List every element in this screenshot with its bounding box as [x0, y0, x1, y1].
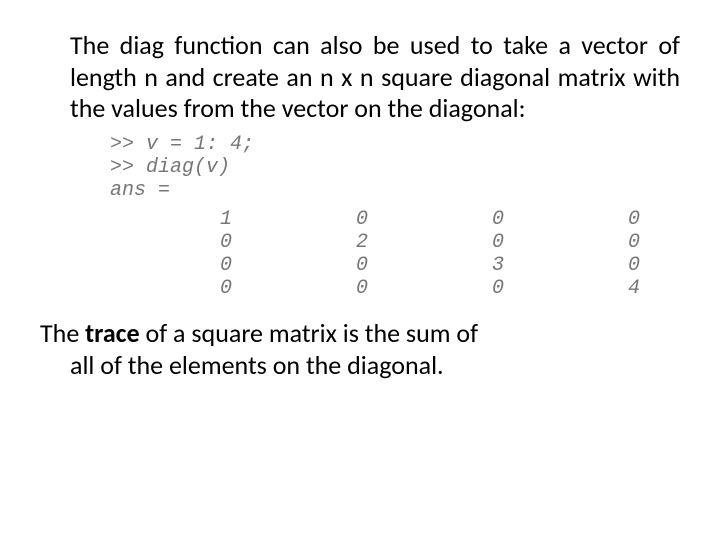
matrix-cell: 0 [382, 231, 518, 254]
matrix-cell: 1 [110, 208, 246, 231]
matrix-cell: 0 [518, 231, 654, 254]
code-line-2: >> diag(v) [110, 156, 230, 179]
matrix-cell: 0 [246, 254, 382, 277]
matrix-cell: 0 [518, 208, 654, 231]
text-line2: all of the elements on the diagonal. [70, 350, 680, 382]
table-row: 0 0 0 4 [110, 277, 654, 300]
output-matrix: 1 0 0 0 0 2 0 0 0 0 3 0 0 0 0 4 [110, 208, 654, 300]
text-post: of a square matrix is the sum of [140, 317, 478, 349]
table-row: 0 0 3 0 [110, 254, 654, 277]
text-pre: The [40, 317, 85, 349]
matrix-cell: 3 [382, 254, 518, 277]
text-trace-bold: trace [85, 317, 140, 349]
matrix-cell: 0 [110, 277, 246, 300]
matrix-cell: 0 [246, 277, 382, 300]
code-example: >> v = 1: 4; >> diag(v) ans = [110, 133, 680, 202]
matrix-cell: 2 [246, 231, 382, 254]
matrix-cell: 0 [246, 208, 382, 231]
paragraph-trace-definition: The trace of a square matrix is the sum … [40, 318, 680, 381]
matrix-cell: 4 [518, 277, 654, 300]
table-row: 0 2 0 0 [110, 231, 654, 254]
matrix-cell: 0 [518, 254, 654, 277]
matrix-cell: 0 [110, 254, 246, 277]
table-row: 1 0 0 0 [110, 208, 654, 231]
slide: The diag function can also be used to ta… [0, 0, 720, 540]
matrix-cell: 0 [110, 231, 246, 254]
paragraph-diag-description: The diag function can also be used to ta… [70, 30, 680, 125]
matrix-cell: 0 [382, 277, 518, 300]
matrix-cell: 0 [382, 208, 518, 231]
code-line-3: ans = [110, 179, 170, 202]
code-line-1: >> v = 1: 4; [110, 133, 254, 156]
